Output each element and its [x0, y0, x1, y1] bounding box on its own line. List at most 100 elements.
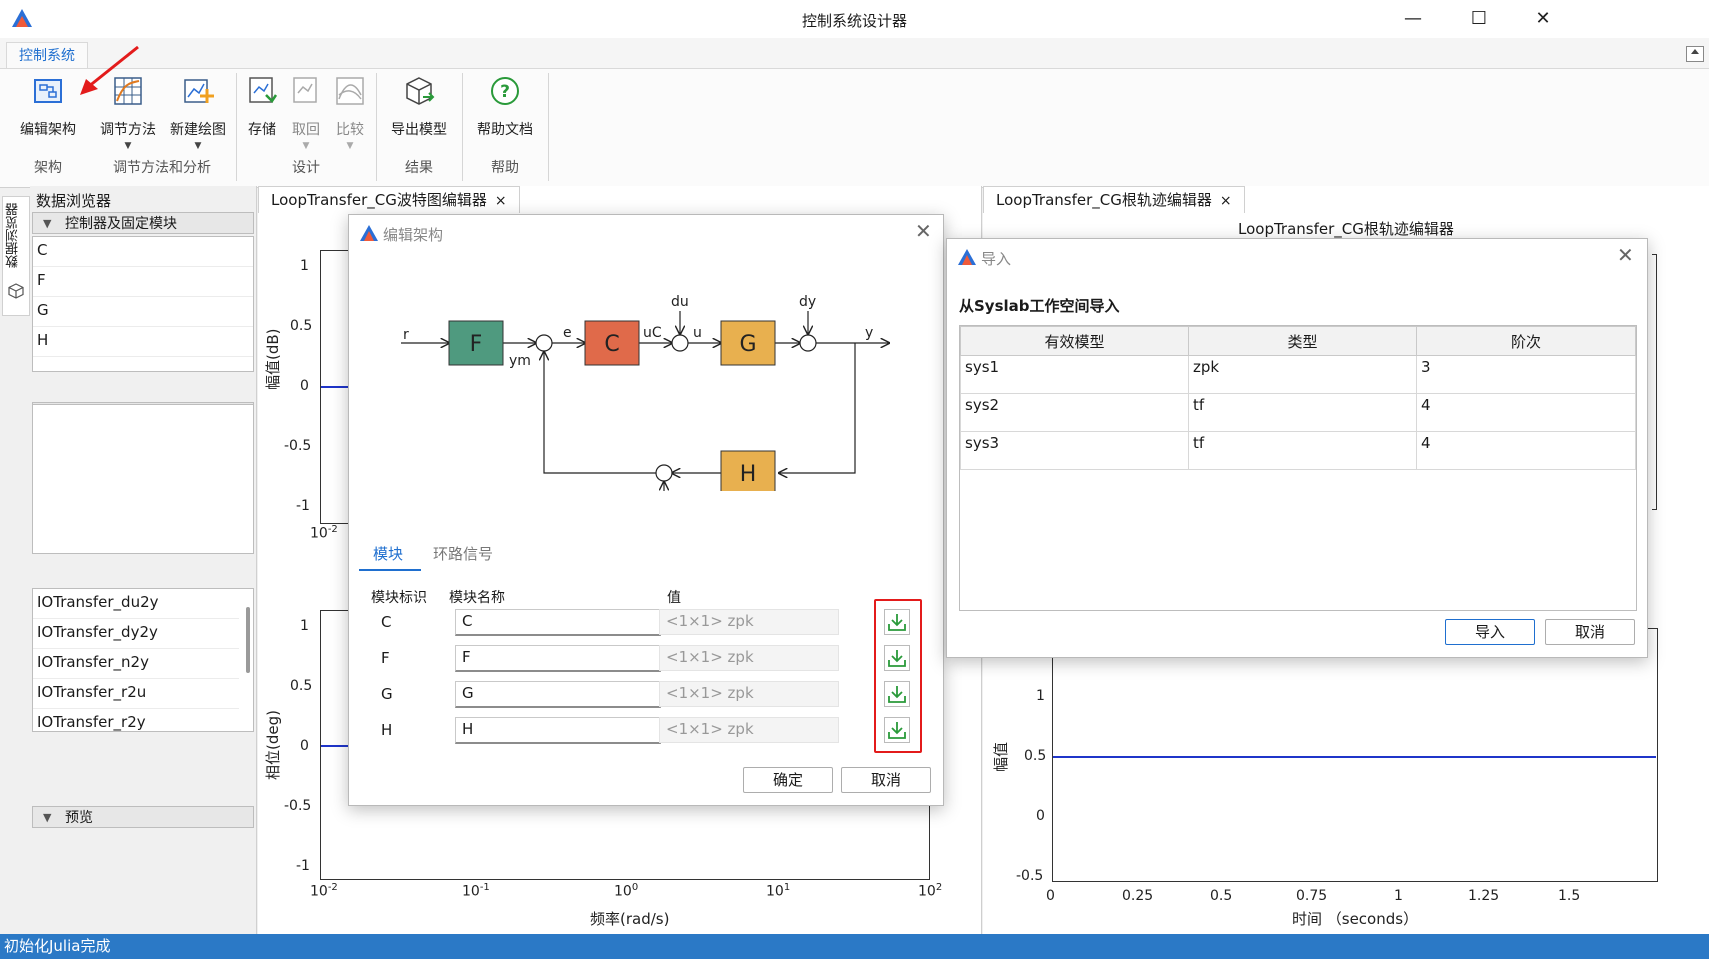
cancel-button[interactable]: 取消: [1545, 619, 1635, 645]
x-tick: 100: [614, 882, 638, 900]
edit-architecture-button[interactable]: 编辑架构: [12, 75, 84, 139]
tab-loop-signals[interactable]: 环路信号: [433, 543, 493, 564]
tuning-grid-icon: [114, 77, 142, 105]
list-item[interactable]: G: [33, 297, 253, 327]
new-plot-button[interactable]: 新建绘图 ▼: [162, 75, 234, 151]
section-preview-header[interactable]: ▼ 预览: [32, 806, 254, 828]
import-value-button[interactable]: [884, 645, 910, 671]
ribbon-tab-row: [0, 38, 1709, 68]
step-trace: [1053, 756, 1656, 758]
table-row[interactable]: sys1 zpk 3: [960, 355, 1636, 394]
side-tab-data-browser[interactable]: 数据浏览器: [2, 196, 30, 316]
close-tab-icon[interactable]: ×: [495, 193, 507, 209]
col-header[interactable]: 阶次: [1416, 326, 1636, 356]
table-cell: sys2: [960, 393, 1189, 432]
list-item[interactable]: IOTransfer_dy2y: [33, 619, 239, 649]
ribbon-separator: [548, 73, 549, 181]
block-name-field[interactable]: H: [455, 717, 661, 744]
import-value-button[interactable]: [884, 681, 910, 707]
collapse-ribbon-icon[interactable]: [1686, 46, 1704, 62]
tab-rlocus-editor[interactable]: LoopTransfer_CG根轨迹编辑器 ×: [983, 186, 1245, 213]
help-docs-button[interactable]: ? 帮助文档: [466, 75, 544, 139]
signal-u: u: [693, 325, 702, 341]
col-header[interactable]: 有效模型: [960, 326, 1189, 356]
y-tick: 0: [300, 738, 309, 754]
x-tick: 10-1: [462, 882, 490, 900]
retrieve-button[interactable]: 取回 ▼: [284, 75, 328, 151]
download-icon: [888, 614, 906, 631]
list-item[interactable]: IOTransfer_n2y: [33, 649, 239, 679]
signal-ym: ym: [509, 353, 531, 369]
ok-button[interactable]: 确定: [743, 767, 833, 793]
step-plot[interactable]: [1052, 628, 1658, 882]
import-value-button[interactable]: [884, 609, 910, 635]
y-tick: 0: [1036, 808, 1045, 824]
cancel-button[interactable]: 取消: [841, 767, 931, 793]
section-controllers-header[interactable]: ▼ 控制器及固定模块: [32, 212, 254, 234]
new-plot-icon: [184, 79, 214, 103]
scrollbar-thumb[interactable]: [246, 607, 250, 673]
phase-trace: [321, 745, 349, 747]
dropdown-arrow-icon: ▼: [124, 141, 132, 151]
close-dialog-button[interactable]: ✕: [1617, 243, 1634, 267]
close-dialog-button[interactable]: ✕: [915, 219, 932, 243]
list-item[interactable]: H: [33, 327, 253, 357]
architecture-icon: [34, 79, 62, 103]
x-tick: 0.5: [1210, 888, 1233, 904]
row-block-id: G: [381, 685, 393, 703]
phase-ylabel: 相位(deg): [264, 710, 282, 780]
list-item[interactable]: C: [33, 237, 253, 267]
download-icon: [888, 722, 906, 739]
list-item[interactable]: IOTransfer_du2y: [33, 589, 239, 619]
block-name-field[interactable]: C: [455, 609, 661, 636]
close-window-button[interactable]: ✕: [1520, 4, 1566, 34]
x-tick: 0.25: [1122, 888, 1154, 904]
minimize-button[interactable]: —: [1390, 4, 1436, 34]
x-tick: 1: [1394, 888, 1403, 904]
x-tick: 10-2: [310, 882, 338, 900]
frequency-xlabel: 频率(rad/s): [590, 910, 670, 928]
table-row[interactable]: sys3 tf 4: [960, 431, 1636, 470]
ribbon-separator: [236, 73, 237, 181]
x-tick-exp: -2: [327, 882, 338, 893]
block-value-field: <1×1> zpk: [659, 609, 839, 635]
export-model-button[interactable]: 导出模型: [380, 75, 458, 139]
x-tick-exp: 0: [631, 882, 639, 893]
block-value-field: <1×1> zpk: [659, 681, 839, 707]
x-tick-base: 10: [310, 525, 328, 542]
tab-blocks[interactable]: 模块: [373, 543, 403, 564]
block-name-field[interactable]: F: [455, 645, 661, 672]
table-cell: 4: [1416, 393, 1636, 432]
y-tick: 1: [300, 258, 309, 274]
ribbon-toolbar: 编辑架构 调节方法 ▼ 新建绘图 ▼ 架构 调节方法和分析 存储 取回 ▼ 比较…: [0, 45, 1709, 188]
table-cell: zpk: [1188, 355, 1417, 394]
download-icon: [888, 650, 906, 667]
edit-architecture-label: 编辑架构: [20, 122, 76, 138]
block-name-field[interactable]: G: [455, 681, 661, 708]
tab-rlocus-label: LoopTransfer_CG根轨迹编辑器: [996, 191, 1212, 209]
import-button[interactable]: 导入: [1445, 619, 1535, 645]
tab-bode-editor[interactable]: LoopTransfer_CG波特图编辑器 ×: [258, 186, 520, 213]
table-cell: 4: [1416, 431, 1636, 470]
status-bar: 初始化Julia完成: [0, 934, 1709, 959]
maximize-button[interactable]: ☐: [1456, 4, 1502, 34]
ribbon-separator: [376, 73, 377, 181]
tuning-method-button[interactable]: 调节方法 ▼: [92, 75, 164, 151]
table-row[interactable]: sys2 tf 4: [960, 393, 1636, 432]
store-button[interactable]: 存储: [240, 75, 284, 139]
x-tick-exp: -2: [327, 524, 338, 535]
import-value-button[interactable]: [884, 717, 910, 743]
list-item[interactable]: F: [33, 267, 253, 297]
close-tab-icon[interactable]: ×: [1220, 193, 1232, 209]
x-tick-exp: 1: [783, 882, 791, 893]
list-item[interactable]: IOTransfer_r2u: [33, 679, 239, 709]
y-tick: -1: [296, 498, 310, 514]
col-header[interactable]: 类型: [1188, 326, 1417, 356]
list-item[interactable]: IOTransfer_r2y: [33, 709, 239, 731]
model-table-container: 有效模型 类型 阶次 sys1 zpk 3 sys2 tf 4 sys3 tf …: [959, 325, 1637, 611]
table-cell: sys1: [960, 355, 1189, 394]
y-tick: 1: [300, 618, 309, 634]
x-tick: 10-2: [310, 524, 338, 542]
dropdown-arrow-icon: ▼: [194, 141, 202, 151]
compare-button[interactable]: 比较 ▼: [328, 75, 372, 151]
